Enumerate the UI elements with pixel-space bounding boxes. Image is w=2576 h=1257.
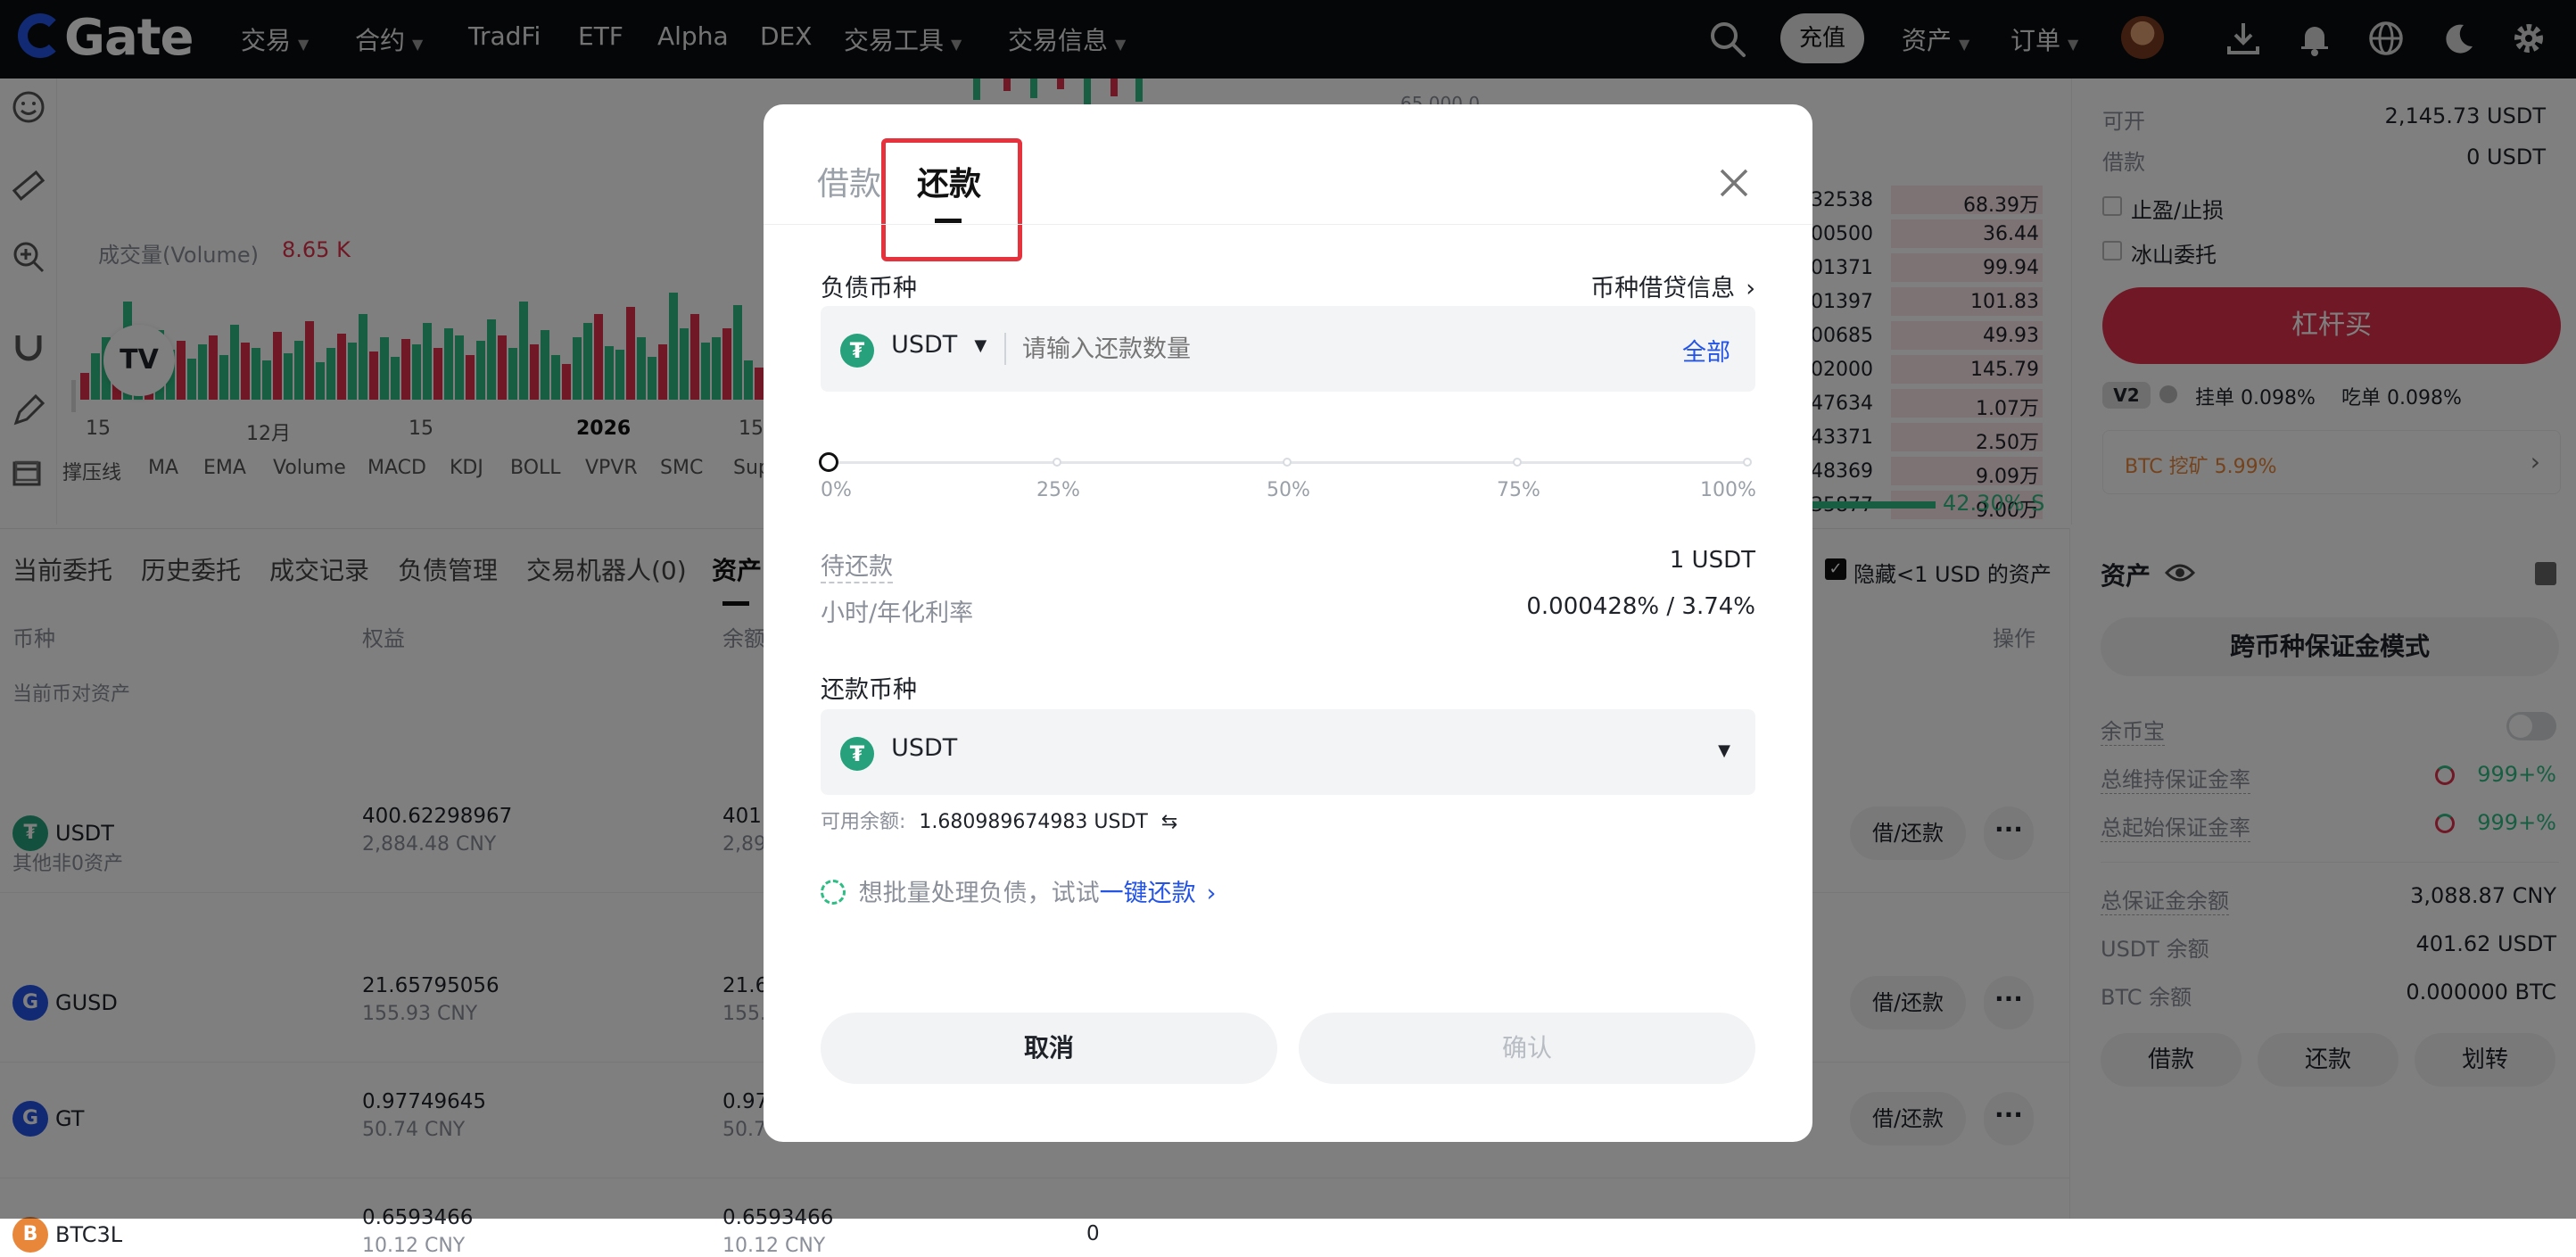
repay-coin-value: USDT: [891, 734, 958, 762]
chevron-right-icon: ›: [1746, 275, 1755, 302]
batch-icon: [821, 880, 846, 905]
slider-tick: 0%: [821, 479, 852, 501]
field-separator: [1004, 333, 1006, 365]
slider-tick: 50%: [1267, 479, 1310, 501]
repay-modal: 借款 还款 负债币种 币种借贷信息› ₮ USDT ▼ 全部 0% 25% 50…: [764, 104, 1812, 1142]
tether-icon: ₮: [840, 334, 874, 368]
debt-coin-label: 负债币种: [821, 275, 917, 302]
chevron-right-icon: ›: [1206, 880, 1217, 907]
batch-hint-text: 想批量处理负债，试试: [858, 880, 1100, 907]
rate-label: 小时/年化利率: [821, 600, 974, 627]
slider-tick: 75%: [1497, 479, 1540, 501]
one-click-repay-link[interactable]: 一键还款: [1100, 880, 1196, 907]
slider-mark[interactable]: [1743, 458, 1752, 467]
pending-value: 1 USDT: [1669, 547, 1755, 574]
borrow-info-link[interactable]: 币种借贷信息 ›: [1590, 269, 1755, 303]
equity-cny: 10.12 CNY: [362, 1235, 466, 1257]
caret-down-icon: ▼: [1718, 741, 1730, 760]
tab-borrow[interactable]: 借款: [817, 158, 881, 204]
batch-repay-hint: 想批量处理负债，试试一键还款 ›: [821, 873, 1216, 908]
highlight-box: [881, 138, 1022, 261]
slider-tick: 25%: [1036, 479, 1080, 501]
divider: [764, 224, 1812, 225]
repay-coin-select[interactable]: ₮ USDT ▼: [821, 709, 1755, 795]
amount-slider-handle[interactable]: [819, 452, 838, 472]
confirm-button[interactable]: 确认: [1299, 1013, 1755, 1084]
cancel-button[interactable]: 取消: [821, 1013, 1277, 1084]
repay-amount-input[interactable]: [1022, 326, 1647, 372]
repay-coin-display: ₮ USDT: [840, 734, 957, 771]
all-button[interactable]: 全部: [1682, 333, 1730, 368]
debt-coin-value: USDT: [891, 331, 958, 359]
coin-icon: B: [12, 1217, 48, 1253]
caret-down-icon: ▼: [974, 336, 987, 355]
tether-icon: ₮: [840, 737, 874, 771]
available-value: 1.680989674983 USDT: [919, 811, 1148, 833]
borrow-info-link-label: 币种借贷信息: [1590, 275, 1736, 302]
slider-tick: 100%: [1700, 479, 1756, 501]
available-balance: 可用余额: 1.680989674983 USDT ⇆: [821, 806, 1177, 834]
slider-mark[interactable]: [1053, 458, 1061, 467]
slider-mark[interactable]: [1283, 458, 1292, 467]
debt-coin-select[interactable]: ₮ USDT ▼: [840, 331, 987, 368]
available-value: 0: [1086, 1222, 1100, 1245]
balance-cny: 10.12 CNY: [722, 1235, 826, 1257]
close-icon[interactable]: [1718, 167, 1750, 199]
pending-label: 待还款: [821, 547, 893, 583]
repay-amount-field: ₮ USDT ▼ 全部: [821, 306, 1755, 392]
slider-mark[interactable]: [1513, 458, 1522, 467]
repay-coin-label: 还款币种: [821, 676, 917, 704]
available-label: 可用余额:: [821, 811, 906, 833]
rate-value: 0.000428% / 3.74%: [1526, 593, 1755, 620]
swap-icon[interactable]: ⇆: [1161, 811, 1177, 833]
coin-name: BTC3L: [55, 1222, 123, 1247]
